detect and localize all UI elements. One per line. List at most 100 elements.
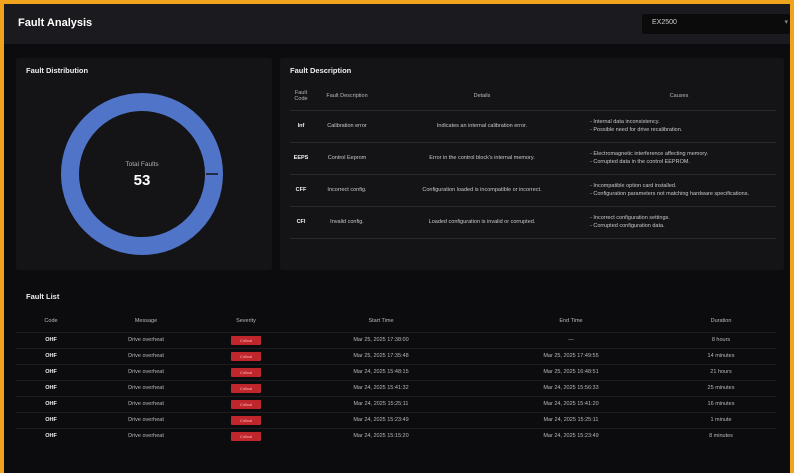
table-row[interactable]: Inf Calibration error Indicates an inter… xyxy=(290,110,776,143)
fault-distribution-panel: Fault Distribution Total Faults 53 xyxy=(16,58,272,270)
row-severity: Critical xyxy=(206,347,286,364)
row-message: Drive overheat xyxy=(86,395,206,412)
fault-details: Configuration loaded is incompatible or … xyxy=(382,174,582,207)
cause-line: - Configuration parameters not matching … xyxy=(590,191,749,197)
fault-code: CFI xyxy=(290,206,312,239)
row-start-time: Mar 24, 2025 15:48:15 xyxy=(286,363,476,380)
table-row[interactable]: OHF Drive overheat Critical Mar 25, 2025… xyxy=(16,331,776,348)
table-row[interactable]: OHF Drive overheat Critical Mar 24, 2025… xyxy=(16,395,776,412)
fault-causes: - Electromagnetic interference affecting… xyxy=(582,142,776,175)
cause-line: - Corrupted configuration data. xyxy=(590,223,665,229)
fault-description: Invalid config. xyxy=(312,206,382,239)
row-severity: Critical xyxy=(206,411,286,428)
fault-list-section: Fault List Code Message Severity Start T… xyxy=(16,280,784,473)
table-row[interactable]: CFF Incorrect config. Configuration load… xyxy=(290,174,776,207)
table-row[interactable]: OHF Drive overheat Critical Mar 24, 2025… xyxy=(16,411,776,428)
row-duration: 16 minutes xyxy=(666,395,776,412)
column-header-message: Message xyxy=(134,317,158,324)
app-frame: Fault Analysis EX2500 ▾ Fault Distributi… xyxy=(4,4,790,473)
severity-badge: Critical xyxy=(231,399,261,409)
device-dropdown[interactable]: EX2500 ▾ xyxy=(642,14,790,34)
row-duration: 25 minutes xyxy=(666,379,776,396)
severity-badge: Critical xyxy=(231,415,261,425)
row-start-time: Mar 25, 2025 17:38:00 xyxy=(286,331,476,348)
row-duration: 14 minutes xyxy=(666,347,776,364)
row-code: OHF xyxy=(16,411,86,428)
row-code: OHF xyxy=(16,331,86,348)
fault-causes: - Internal data inconsistency. - Possible… xyxy=(582,110,776,143)
row-severity: Critical xyxy=(206,395,286,412)
row-message: Drive overheat xyxy=(86,347,206,364)
table-header-row: Fault Code Fault Description Details Cau… xyxy=(290,82,776,111)
row-start-time: Mar 24, 2025 15:15:20 xyxy=(286,427,476,444)
row-code: OHF xyxy=(16,347,86,364)
table-row[interactable]: OHF Drive overheat Critical Mar 24, 2025… xyxy=(16,427,776,444)
table-header-row: Code Message Severity Start Time End Tim… xyxy=(16,310,776,332)
fault-distribution-title: Fault Distribution xyxy=(26,66,89,75)
row-duration: 8 minutes xyxy=(666,427,776,444)
row-code: OHF xyxy=(16,395,86,412)
row-message: Drive overheat xyxy=(86,411,206,428)
column-header-code: Code xyxy=(44,317,58,324)
fault-description: Incorrect config. xyxy=(312,174,382,207)
row-severity: Critical xyxy=(206,331,286,348)
row-code: OHF xyxy=(16,427,86,444)
table-row[interactable]: EEPS Control Eeprom Error in the control… xyxy=(290,142,776,175)
fault-description: Control Eeprom xyxy=(312,142,382,175)
row-end-time: Mar 24, 2025 15:56:33 xyxy=(476,379,666,396)
row-duration: 1 minute xyxy=(666,411,776,428)
row-start-time: Mar 24, 2025 15:23:49 xyxy=(286,411,476,428)
top-bar: Fault Analysis EX2500 ▾ xyxy=(4,4,790,44)
row-message: Drive overheat xyxy=(86,363,206,380)
table-row[interactable]: OHF Drive overheat Critical Mar 24, 2025… xyxy=(16,379,776,396)
fault-details: Indicates an internal calibration error. xyxy=(382,110,582,143)
column-header-code: Fault Code xyxy=(290,82,312,111)
fault-list-title: Fault List xyxy=(26,292,60,301)
row-start-time: Mar 25, 2025 17:35:48 xyxy=(286,347,476,364)
severity-badge: Critical xyxy=(231,335,261,345)
cause-line: - Electromagnetic interference affecting… xyxy=(590,151,709,157)
cause-line: - Possible need for drive recalibration. xyxy=(590,127,683,133)
row-message: Drive overheat xyxy=(86,379,206,396)
table-row[interactable]: OHF Drive overheat Critical Mar 25, 2025… xyxy=(16,347,776,364)
row-end-time: — xyxy=(476,331,666,348)
row-end-time: Mar 25, 2025 16:48:51 xyxy=(476,363,666,380)
row-severity: Critical xyxy=(206,363,286,380)
fault-details: Error in the control block's internal me… xyxy=(382,142,582,175)
column-header-duration: Duration xyxy=(710,317,732,324)
cause-line: - Internal data inconsistency. xyxy=(590,119,660,125)
column-header-causes: Causes xyxy=(582,82,776,111)
cause-line: - Incorrect configuration settings. xyxy=(590,215,670,221)
column-header-end-time: End Time xyxy=(559,317,583,324)
row-end-time: Mar 24, 2025 15:41:20 xyxy=(476,395,666,412)
donut-center-label: Total Faults xyxy=(125,161,159,168)
severity-badge: Critical xyxy=(231,383,261,393)
fault-description: Calibration error xyxy=(312,110,382,143)
row-severity: Critical xyxy=(206,379,286,396)
fault-code: Inf xyxy=(290,110,312,143)
column-header-description: Fault Description xyxy=(312,82,382,111)
row-end-time: Mar 24, 2025 15:23:49 xyxy=(476,427,666,444)
fault-description-table: Fault Code Fault Description Details Cau… xyxy=(290,82,776,239)
severity-badge: Critical xyxy=(231,367,261,377)
fault-causes: - Incorrect configuration settings. - Cor… xyxy=(582,206,776,239)
column-header-severity: Severity xyxy=(236,317,256,324)
table-row[interactable]: OHF Drive overheat Critical Mar 24, 2025… xyxy=(16,363,776,380)
device-dropdown-value: EX2500 xyxy=(652,19,677,26)
fault-description-panel: Fault Description Fault Code Fault Descr… xyxy=(280,58,784,270)
row-start-time: Mar 24, 2025 15:41:32 xyxy=(286,379,476,396)
row-start-time: Mar 24, 2025 15:25:11 xyxy=(286,395,476,412)
row-message: Drive overheat xyxy=(86,331,206,348)
fault-details: Loaded configuration is invalid or corru… xyxy=(382,206,582,239)
row-message: Drive overheat xyxy=(86,427,206,444)
row-duration: 21 hours xyxy=(666,363,776,380)
row-end-time: Mar 25, 2025 17:49:55 xyxy=(476,347,666,364)
severity-badge: Critical xyxy=(231,351,261,361)
page-title: Fault Analysis xyxy=(18,17,93,29)
row-severity: Critical xyxy=(206,427,286,444)
fault-code: EEPS xyxy=(290,142,312,175)
cause-line: - Incompatible option card installed. xyxy=(590,183,677,189)
chevron-down-icon[interactable]: ▾ xyxy=(784,18,788,26)
table-row[interactable]: CFI Invalid config. Loaded configuration… xyxy=(290,206,776,239)
fault-list-table: Code Message Severity Start Time End Tim… xyxy=(16,310,776,444)
